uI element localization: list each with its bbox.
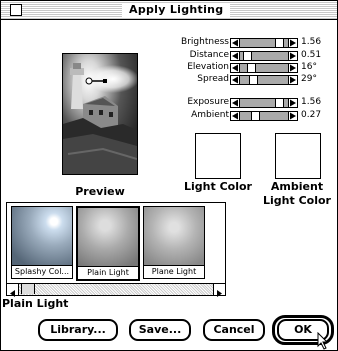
library-button[interactable]: Library... (38, 319, 118, 341)
library-item-label: Splashy Col... (12, 265, 72, 278)
slider-value: 16° (301, 62, 317, 72)
preview-label: Preview (75, 185, 125, 198)
slider-track[interactable] (230, 38, 298, 48)
save-button[interactable]: Save... (129, 319, 191, 341)
arrow-right-icon (217, 290, 222, 297)
arrow-right-icon (290, 76, 296, 84)
library-item-label: Plane Light (144, 265, 204, 278)
slider-decrement-arrow[interactable] (231, 52, 240, 60)
slider-thumb[interactable] (275, 39, 284, 47)
slider-increment-arrow[interactable] (288, 39, 297, 47)
slider-label: Spread (197, 74, 229, 84)
slider-increment-arrow[interactable] (288, 112, 297, 120)
slider-label: Distance (189, 50, 229, 60)
library-item-plain-light[interactable]: Plain Light (76, 206, 140, 281)
slider-value: 0.51 (301, 50, 322, 60)
slider-decrement-arrow[interactable] (231, 39, 240, 47)
library-scrollbar[interactable] (7, 283, 225, 297)
slider-track[interactable] (230, 111, 298, 121)
arrow-right-icon (290, 64, 296, 72)
scroll-thumb[interactable] (21, 284, 35, 294)
slider-increment-arrow[interactable] (288, 52, 297, 60)
slider-exposure: Exposure 1.56 (151, 97, 338, 108)
slider-track[interactable] (230, 98, 298, 108)
slider-decrement-arrow[interactable] (231, 112, 240, 120)
slider-value: 29° (301, 74, 317, 84)
slider-label: Elevation (187, 62, 229, 72)
ambient-light-color-label: Ambient Light Color (263, 180, 331, 207)
slider-value: 1.56 (301, 97, 322, 107)
arrow-right-icon (290, 52, 296, 60)
apply-lighting-dialog: Apply Lighting Preview Brightness 1.56 D… (0, 0, 338, 351)
preview-image[interactable] (62, 53, 138, 175)
arrow-left-icon (232, 39, 238, 47)
slider-thumb[interactable] (249, 76, 258, 84)
slider-track[interactable] (230, 51, 298, 61)
selected-lighting-name: Plain Light (2, 297, 69, 310)
slider-thumb[interactable] (243, 52, 252, 60)
slider-elevation: Elevation 16° (151, 62, 338, 73)
arrow-right-icon (290, 39, 296, 47)
slider-thumb[interactable] (275, 99, 284, 107)
slider-label: Exposure (187, 97, 229, 107)
lighting-library: Splashy Col... Plain Light Plane Light (6, 202, 226, 297)
slider-track[interactable] (230, 75, 298, 85)
slider-ambient: Ambient 0.27 (151, 110, 338, 121)
slider-decrement-arrow[interactable] (231, 99, 240, 107)
slider-thumb[interactable] (251, 112, 260, 120)
library-thumb-splashy (12, 207, 72, 265)
slider-brightness: Brightness 1.56 (151, 37, 338, 48)
slider-value: 0.27 (301, 110, 322, 120)
mouse-pointer-icon (317, 332, 329, 350)
library-item-splashy[interactable]: Splashy Col... (11, 206, 73, 279)
slider-increment-arrow[interactable] (288, 76, 297, 84)
library-item-plane-light[interactable]: Plane Light (143, 206, 205, 279)
library-item-label: Plain Light (78, 266, 138, 279)
slider-decrement-arrow[interactable] (231, 64, 240, 72)
slider-decrement-arrow[interactable] (231, 76, 240, 84)
slider-distance: Distance 0.51 (151, 50, 338, 61)
title-bar[interactable]: Apply Lighting (1, 1, 337, 20)
slider-label: Brightness (181, 37, 229, 47)
arrow-left-icon (232, 52, 238, 60)
library-thumb-plane-light (144, 207, 204, 265)
slider-label: Ambient (191, 110, 229, 120)
slider-value: 1.56 (301, 37, 322, 47)
arrow-left-icon (232, 99, 238, 107)
slider-increment-arrow[interactable] (288, 64, 297, 72)
light-color-label: Light Color (184, 180, 252, 193)
arrow-left-icon (232, 112, 238, 120)
scroll-left-arrow[interactable] (7, 284, 19, 297)
slider-increment-arrow[interactable] (288, 99, 297, 107)
slider-track[interactable] (230, 63, 298, 73)
arrow-left-icon (232, 64, 238, 72)
window-title: Apply Lighting (122, 3, 231, 17)
arrow-right-icon (290, 112, 296, 120)
cancel-button[interactable]: Cancel (203, 319, 265, 341)
light-color-swatch[interactable] (195, 133, 241, 179)
slider-thumb[interactable] (247, 64, 256, 72)
arrow-left-icon (232, 76, 238, 84)
ambient-light-color-swatch[interactable] (275, 133, 321, 179)
slider-spread: Spread 29° (151, 74, 338, 85)
arrow-right-icon (290, 99, 296, 107)
scroll-right-arrow[interactable] (213, 284, 225, 297)
library-thumb-plain-light (78, 208, 138, 266)
close-box[interactable] (10, 4, 22, 16)
